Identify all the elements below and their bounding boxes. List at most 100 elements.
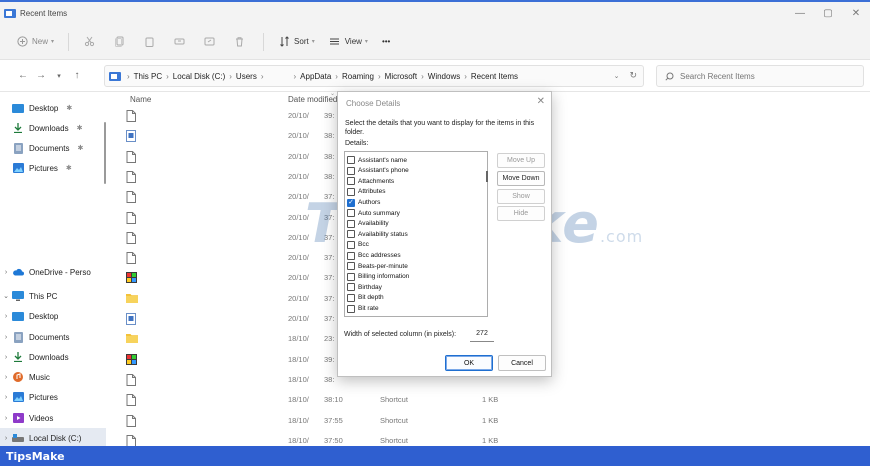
breadcrumb-windows[interactable]: Windows › — [428, 72, 471, 81]
details-list-scrollbar[interactable] — [486, 171, 488, 182]
checkbox-unchecked[interactable] — [347, 156, 355, 165]
checkbox-unchecked[interactable] — [347, 272, 355, 281]
minimize-button[interactable]: — — [786, 2, 814, 24]
delete-button[interactable] — [233, 36, 249, 48]
breadcrumb-recent-items[interactable]: Recent Items — [471, 72, 518, 81]
checkbox-checked[interactable] — [347, 198, 355, 207]
breadcrumb-roaming[interactable]: Roaming › — [342, 72, 385, 81]
cancel-button[interactable]: Cancel — [498, 355, 546, 371]
show-button[interactable]: Show — [497, 189, 545, 204]
detail-option[interactable]: Availability — [347, 219, 389, 229]
checkbox-unchecked[interactable] — [347, 293, 355, 302]
sidebar-item-documents[interactable]: › Documents — [0, 327, 106, 347]
checkbox-unchecked[interactable] — [347, 209, 355, 218]
checkbox-unchecked[interactable] — [347, 304, 355, 313]
hide-button[interactable]: Hide — [497, 206, 545, 221]
file-icon — [126, 252, 136, 265]
chevron-right-icon[interactable]: › — [0, 334, 12, 341]
chevron-right-icon[interactable]: › — [0, 313, 12, 320]
checkbox-unchecked[interactable] — [347, 251, 355, 260]
sidebar-item-downloads[interactable]: › Downloads — [0, 347, 106, 367]
sidebar-item-desktop[interactable]: › Desktop — [0, 306, 106, 326]
sidebar-scrollbar[interactable] — [104, 122, 106, 184]
move-down-button[interactable]: Move Down — [497, 171, 545, 186]
sidebar-item-downloads-pinned[interactable]: Downloads ✱ — [0, 118, 106, 138]
details-list[interactable]: Assistant's name Assistant's phone Attachm… — [344, 151, 488, 317]
breadcrumb-this-pc[interactable]: This PC › — [134, 72, 173, 81]
detail-option[interactable]: Bcc addresses — [347, 250, 401, 260]
back-arrow-icon[interactable]: ← — [14, 70, 32, 81]
checkbox-unchecked[interactable] — [347, 283, 355, 292]
sidebar-item-this-pc[interactable]: ⌄ This PC — [0, 286, 106, 306]
checkbox-unchecked[interactable] — [347, 262, 355, 271]
detail-option[interactable]: Availability status — [347, 229, 408, 239]
dialog-close-icon[interactable]: ✕ — [537, 96, 545, 107]
copy-button[interactable] — [113, 36, 129, 48]
chevron-right-icon[interactable]: › — [0, 269, 12, 276]
detail-option-label: Attachments — [358, 177, 395, 185]
sidebar-item-onedrive[interactable]: › OneDrive - Perso — [0, 262, 106, 282]
sidebar-item-pictures-pinned[interactable]: Pictures ✱ — [0, 158, 106, 178]
refresh-icon[interactable]: ↻ — [629, 70, 637, 81]
share-button[interactable] — [203, 36, 219, 48]
column-width-input[interactable] — [470, 326, 494, 342]
chevron-right-icon[interactable]: › — [0, 415, 12, 422]
more-options-button[interactable]: ••• — [382, 37, 390, 46]
address-dropdown-icon[interactable]: ⌄ — [614, 72, 620, 80]
detail-option[interactable]: Authors — [347, 197, 380, 207]
breadcrumb-users[interactable]: Users › — [236, 72, 268, 81]
column-header-name[interactable]: Name — [130, 95, 151, 104]
file-row[interactable]: 18/10/37:55 Shortcut 1 KB — [108, 411, 870, 431]
new-button[interactable]: New ▾ — [16, 36, 54, 48]
view-button[interactable]: View ▾ — [329, 36, 368, 48]
detail-option[interactable]: Birthday — [347, 282, 382, 292]
chevron-right-icon[interactable]: › — [0, 374, 12, 381]
search-input[interactable] — [680, 71, 860, 81]
file-row[interactable]: 18/10/38:10 Shortcut 1 KB — [108, 390, 870, 410]
detail-option[interactable]: Assistant's phone — [347, 166, 409, 176]
checkbox-unchecked[interactable] — [347, 177, 355, 186]
detail-option[interactable]: Bit depth — [347, 293, 384, 303]
close-button[interactable]: ✕ — [842, 2, 870, 24]
detail-option[interactable]: Assistant's name — [347, 155, 407, 165]
recent-locations-chevron-icon[interactable]: ▾ — [50, 72, 68, 80]
checkbox-unchecked[interactable] — [347, 187, 355, 196]
detail-option[interactable]: Billing information — [347, 272, 409, 282]
breadcrumb-microsoft[interactable]: Microsoft › — [385, 72, 428, 81]
detail-option[interactable]: Bit rate — [347, 303, 379, 313]
address-bar[interactable]: › This PC › Local Disk (C:) › Users › › AppD… — [104, 65, 644, 87]
desktop-folder-icon — [12, 103, 24, 113]
checkbox-unchecked[interactable] — [347, 240, 355, 249]
breadcrumb-appdata[interactable]: › AppData › — [289, 72, 341, 81]
checkbox-unchecked[interactable] — [347, 166, 355, 175]
move-up-button[interactable]: Move Up — [497, 153, 545, 168]
chevron-right-icon[interactable]: › — [0, 354, 12, 361]
breadcrumb-local-disk[interactable]: Local Disk (C:) › — [173, 72, 236, 81]
sidebar-item-pictures[interactable]: › Pictures — [0, 387, 106, 407]
checkbox-unchecked[interactable] — [347, 230, 355, 239]
maximize-button[interactable]: ▢ — [814, 2, 842, 24]
sidebar-item-videos[interactable]: › Videos — [0, 408, 106, 428]
ok-button[interactable]: OK — [445, 355, 493, 371]
forward-arrow-icon[interactable]: → — [32, 70, 50, 81]
rename-button[interactable] — [173, 36, 189, 48]
chevron-down-icon[interactable]: ⌄ — [0, 292, 12, 300]
sidebar-item-documents-pinned[interactable]: Documents ✱ — [0, 138, 106, 158]
checkbox-unchecked[interactable] — [347, 219, 355, 228]
detail-option[interactable]: Bcc — [347, 240, 369, 250]
chevron-right-icon[interactable]: › — [0, 394, 12, 401]
sidebar-item-music[interactable]: › Music — [0, 367, 106, 387]
detail-option[interactable]: Attachments — [347, 176, 394, 186]
detail-option[interactable]: Beats-per-minute — [347, 261, 408, 271]
paste-button[interactable] — [143, 36, 159, 48]
sort-button[interactable]: Sort ▾ — [278, 36, 315, 48]
sidebar-item-local-disk[interactable]: › Local Disk (C:) — [0, 428, 106, 448]
detail-option[interactable]: Attributes — [347, 187, 385, 197]
search-box[interactable] — [656, 65, 864, 87]
up-arrow-icon[interactable]: ↑ — [68, 70, 86, 81]
detail-option[interactable]: Auto summary — [347, 208, 400, 218]
chevron-right-icon[interactable]: › — [0, 435, 12, 442]
sidebar-item-desktop-pinned[interactable]: Desktop ✱ — [0, 98, 106, 118]
file-date: 20/10/ — [288, 111, 309, 120]
cut-button[interactable] — [83, 36, 99, 48]
